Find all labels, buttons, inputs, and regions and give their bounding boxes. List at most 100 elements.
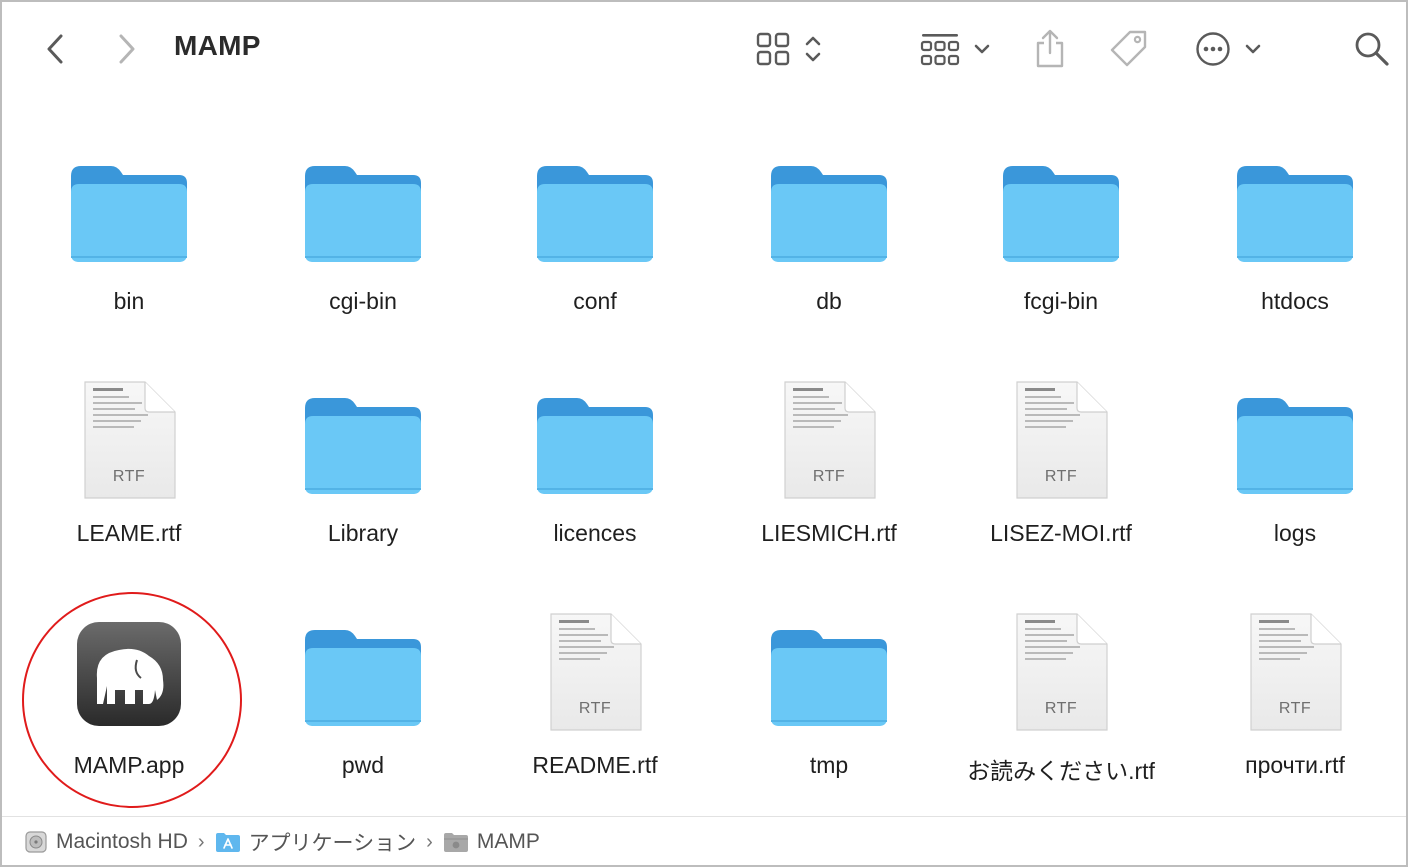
search-button[interactable] [1354, 28, 1390, 70]
file-type-badge: RTF [812, 468, 846, 485]
file-icon [535, 146, 655, 276]
file-item-rtf[interactable]: RTF прочти.rtf [1179, 562, 1408, 794]
file-item-folder[interactable]: htdocs [1179, 98, 1408, 330]
file-name-label: htdocs [1261, 288, 1329, 314]
file-item-rtf[interactable]: RTF お読みください.rtf [945, 562, 1177, 794]
file-item-rtf[interactable]: RTF LEAME.rtf [13, 330, 245, 562]
file-item-rtf[interactable]: RTF LISEZ-MOI.rtf [945, 330, 1177, 562]
chevron-down-icon [974, 44, 990, 54]
share-icon [1036, 29, 1064, 68]
file-icon: RTF [69, 378, 189, 508]
folder-icon [771, 166, 887, 262]
more-actions-button[interactable] [1195, 28, 1263, 70]
file-name-label: conf [573, 288, 617, 314]
file-item-folder[interactable]: pwd [247, 562, 479, 794]
path-item-label: Macintosh HD [56, 830, 188, 853]
grid-view-icon [756, 32, 790, 66]
path-item-macintosh-hd[interactable]: Macintosh HD [24, 830, 188, 854]
view-mode-button[interactable] [756, 28, 824, 70]
file-item-rtf[interactable]: RTF LIESMICH.rtf [713, 330, 945, 562]
folder-icon [771, 630, 887, 726]
file-type-badge: RTF [112, 468, 146, 485]
file-name-label: licences [553, 520, 637, 546]
chevron-right-icon [119, 34, 135, 64]
folder-icon [443, 833, 468, 852]
path-item-mamp[interactable]: MAMP [443, 830, 540, 854]
file-name-label: お読みください.rtf [967, 758, 1155, 784]
file-name-label: LISEZ-MOI.rtf [990, 520, 1132, 546]
up-down-chevron-icon [805, 36, 821, 62]
folder-icon [1237, 398, 1353, 494]
file-name-label: LIESMICH.rtf [761, 520, 897, 546]
chevron-left-icon [47, 34, 63, 64]
window-title: MAMP [174, 30, 261, 61]
file-item-folder[interactable]: Library [247, 330, 479, 562]
share-button[interactable] [1034, 28, 1066, 70]
file-item-rtf[interactable]: RTF README.rtf [479, 562, 711, 794]
file-icon [303, 378, 423, 508]
hard-drive-icon [25, 831, 47, 853]
finder-window: MAMP bin cgi-bin conf db fcgi-bin htdocs… [0, 0, 1408, 867]
file-icon [1235, 378, 1355, 508]
path-item-label: アプリケーション [248, 832, 417, 855]
file-item-folder[interactable]: fcgi-bin [945, 98, 1177, 330]
file-item-folder[interactable]: cgi-bin [247, 98, 479, 330]
file-icon [769, 146, 889, 276]
folder-icon [537, 166, 653, 262]
folder-icon [305, 166, 421, 262]
folder-icon [537, 398, 653, 494]
search-icon [1355, 32, 1389, 66]
toolbar: MAMP [2, 2, 1406, 98]
path-separator: › [197, 830, 205, 853]
file-icon [69, 146, 189, 276]
file-icon: RTF [1001, 378, 1121, 508]
file-item-folder[interactable]: logs [1179, 330, 1408, 562]
file-icon: RTF [1235, 610, 1355, 740]
file-icon: RTF [535, 610, 655, 740]
folder-icon [1237, 166, 1353, 262]
file-name-label: README.rtf [532, 752, 658, 778]
file-icon [535, 378, 655, 508]
file-name-label: db [816, 288, 842, 314]
chevron-down-icon [1245, 44, 1261, 54]
file-icon: RTF [1001, 610, 1121, 740]
path-item-label: MAMP [476, 830, 540, 853]
path-bar: Macintosh HD › アプリケーション › MAMP [2, 816, 1406, 867]
tag-icon [1110, 30, 1147, 67]
file-item-app[interactable]: MAMP.app [13, 562, 245, 794]
file-icon: RTF [769, 378, 889, 508]
back-button[interactable] [40, 32, 70, 66]
file-name-label: прочти.rtf [1245, 752, 1345, 778]
file-name-label: tmp [809, 752, 849, 778]
file-type-badge: RTF [1044, 468, 1078, 485]
forward-button[interactable] [112, 32, 142, 66]
file-name-label: fcgi-bin [1023, 288, 1099, 314]
file-icon [303, 610, 423, 740]
file-grid: bin cgi-bin conf db fcgi-bin htdocs RTF LEAME.r… [2, 98, 1406, 814]
file-item-folder[interactable]: tmp [713, 562, 945, 794]
file-icon [1001, 146, 1121, 276]
file-item-folder[interactable]: bin [13, 98, 245, 330]
path-item-applications[interactable]: アプリケーション [215, 827, 417, 857]
file-item-folder[interactable]: licences [479, 330, 711, 562]
file-icon [1235, 146, 1355, 276]
ellipsis-circle-icon [1196, 32, 1230, 66]
file-name-label: Library [327, 520, 399, 546]
applications-folder-icon [215, 833, 240, 852]
file-item-folder[interactable]: conf [479, 98, 711, 330]
group-button[interactable] [920, 28, 992, 70]
file-name-label: bin [113, 288, 145, 314]
group-icon [920, 34, 960, 66]
file-icon [69, 610, 189, 740]
folder-icon [71, 166, 187, 262]
path-separator: › [426, 830, 433, 853]
folder-icon [1003, 166, 1119, 262]
file-type-badge: RTF [1278, 700, 1312, 717]
file-item-folder[interactable]: db [713, 98, 945, 330]
folder-icon [305, 630, 421, 726]
file-name-label: cgi-bin [329, 288, 397, 314]
file-name-label: LEAME.rtf [76, 520, 182, 546]
file-name-label: logs [1273, 520, 1317, 546]
tag-button[interactable] [1108, 28, 1150, 70]
file-type-badge: RTF [578, 700, 612, 717]
